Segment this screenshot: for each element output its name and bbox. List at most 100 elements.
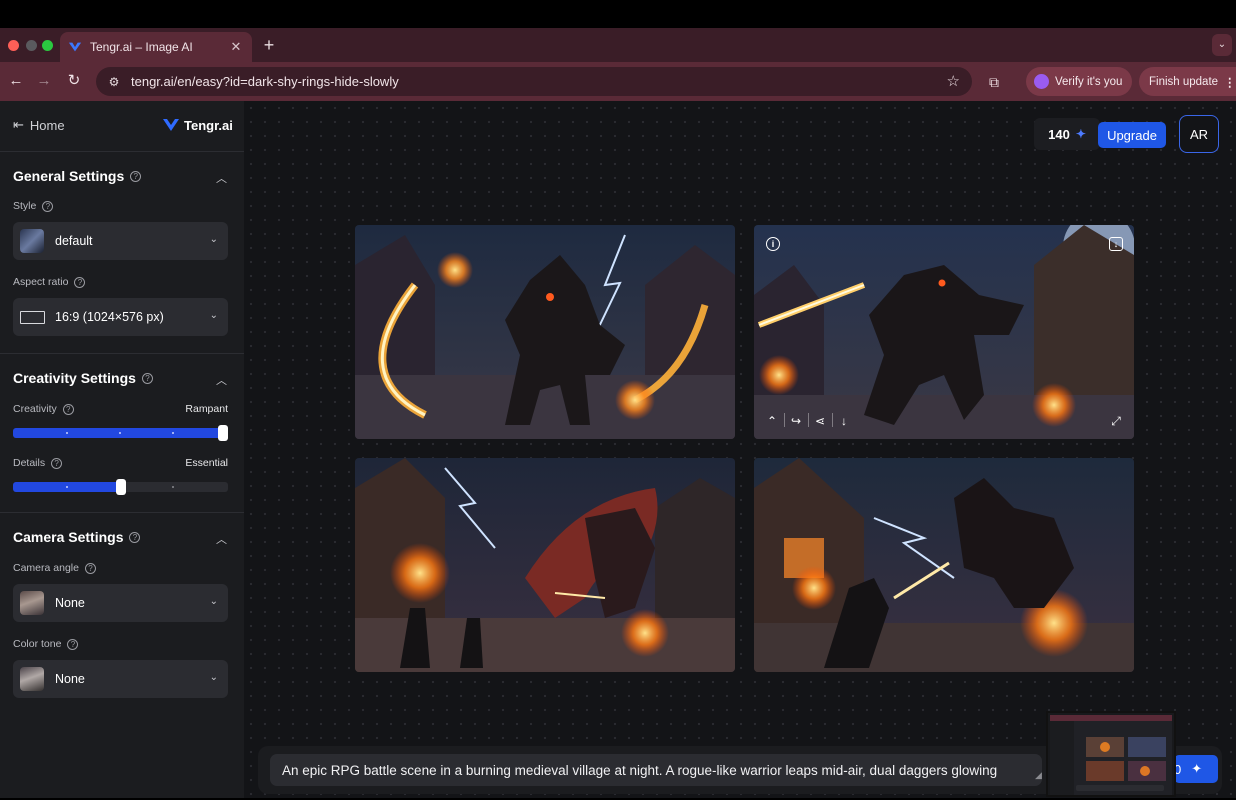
generated-image-1[interactable] bbox=[355, 225, 735, 439]
minimize-window-button[interactable] bbox=[26, 40, 37, 51]
creativity-settings-title[interactable]: Creativity Settings ? bbox=[13, 370, 153, 386]
generated-image-4[interactable] bbox=[754, 458, 1134, 672]
close-window-button[interactable] bbox=[8, 40, 19, 51]
chevron-down-icon: ⌄ bbox=[209, 596, 218, 607]
sparkle-icon: ✦ bbox=[1075, 127, 1086, 141]
help-icon[interactable]: ? bbox=[141, 372, 153, 384]
help-icon[interactable]: ? bbox=[129, 531, 141, 543]
logo-text: Tengr.ai bbox=[184, 117, 233, 133]
collapse-chevron-icon[interactable]: ︿ bbox=[216, 170, 227, 186]
browser-tab-strip: Tengr.ai – Image AI ✕ + ⌄ bbox=[0, 28, 1236, 62]
preview-graphic bbox=[1050, 715, 1172, 795]
upgrade-button[interactable]: Upgrade bbox=[1098, 122, 1166, 148]
download-icon[interactable]: ↓ bbox=[1109, 237, 1123, 251]
details-slider[interactable] bbox=[13, 479, 228, 495]
style-thumbnail bbox=[20, 229, 44, 253]
close-tab-icon[interactable]: ✕ bbox=[228, 39, 244, 55]
download-arrow-icon[interactable]: ↓ bbox=[836, 413, 852, 429]
generated-image-3[interactable] bbox=[355, 458, 735, 672]
tengr-logo[interactable]: Tengr.ai bbox=[162, 117, 233, 133]
upscale-icon[interactable]: ⌃ bbox=[764, 413, 780, 429]
divider bbox=[0, 353, 244, 354]
extensions-puzzle-icon[interactable]: ⧉ bbox=[984, 72, 1004, 92]
camera-settings-title[interactable]: Camera Settings ? bbox=[13, 529, 141, 545]
tab-search-chevron-icon[interactable]: ⌄ bbox=[1212, 34, 1232, 56]
kebab-menu-icon[interactable]: ⋮ bbox=[1224, 75, 1236, 89]
generate-button[interactable]: 0 ✦ bbox=[1174, 755, 1218, 783]
home-label: Home bbox=[29, 117, 65, 133]
help-icon[interactable]: ? bbox=[84, 562, 96, 574]
browser-tab[interactable]: Tengr.ai – Image AI ✕ bbox=[60, 32, 252, 62]
slider-tick bbox=[66, 486, 68, 488]
user-avatar[interactable]: AR bbox=[1179, 115, 1219, 153]
sparkle-icon: ✦ bbox=[1191, 761, 1203, 776]
divider bbox=[0, 512, 244, 513]
prompt-text: An epic RPG battle scene in a burning me… bbox=[282, 762, 998, 778]
collapse-chevron-icon[interactable]: ︿ bbox=[216, 372, 227, 388]
general-settings-label: General Settings bbox=[13, 168, 125, 184]
help-icon[interactable]: ? bbox=[130, 170, 142, 182]
info-icon[interactable]: i bbox=[766, 237, 780, 251]
color-tone-label: Color tone ? bbox=[13, 638, 79, 650]
color-tone-select[interactable]: None ⌄ bbox=[13, 660, 228, 698]
aspect-ratio-icon bbox=[20, 310, 45, 324]
creativity-value: Rampant bbox=[185, 403, 228, 415]
new-tab-icon[interactable]: + bbox=[260, 36, 278, 54]
aspect-ratio-label-text: Aspect ratio bbox=[13, 276, 69, 288]
fullscreen-icon[interactable]: ⤢ bbox=[1108, 413, 1124, 429]
details-slider-handle[interactable] bbox=[116, 479, 126, 495]
verify-label: Verify it's you bbox=[1055, 75, 1123, 88]
browser-toolbar: ← → ↻ ⚙ tengr.ai/en/easy?id=dark-shy-rin… bbox=[0, 62, 1236, 101]
style-label: Style ? bbox=[13, 200, 54, 212]
reload-icon[interactable]: ↻ bbox=[64, 71, 84, 91]
exit-arrow-icon: ⇤ bbox=[13, 117, 24, 132]
style-select[interactable]: default ⌄ bbox=[13, 222, 228, 260]
slider-tick bbox=[172, 432, 174, 434]
separator bbox=[784, 413, 785, 427]
address-bar[interactable]: ⚙ tengr.ai/en/easy?id=dark-shy-rings-hid… bbox=[96, 67, 972, 96]
help-icon[interactable]: ? bbox=[67, 638, 79, 650]
back-arrow-icon[interactable]: ← bbox=[6, 71, 26, 91]
generated-image-2[interactable]: i ↓ ⌃ ↪ ⋖ ↓ ⤢ bbox=[754, 225, 1134, 439]
url-text: tengr.ai/en/easy?id=dark-shy-rings-hide-… bbox=[131, 74, 399, 89]
chevron-down-icon: ⌄ bbox=[209, 310, 218, 321]
details-value: Essential bbox=[185, 457, 228, 469]
creativity-slider-handle[interactable] bbox=[218, 425, 228, 441]
help-icon[interactable]: ? bbox=[42, 200, 54, 212]
aspect-ratio-select[interactable]: 16:9 (1024×576 px) ⌄ bbox=[13, 298, 228, 336]
style-label-text: Style bbox=[13, 200, 37, 212]
tengr-favicon-icon bbox=[68, 42, 82, 52]
upgrade-label: Upgrade bbox=[1107, 127, 1157, 143]
help-icon[interactable]: ? bbox=[51, 457, 63, 469]
profile-avatar-icon bbox=[1034, 74, 1049, 89]
prompt-input[interactable]: An epic RPG battle scene in a burning me… bbox=[270, 754, 1042, 786]
separator bbox=[808, 413, 809, 427]
creativity-settings-label: Creativity Settings bbox=[13, 370, 136, 386]
credits-badge: 140 ✦ bbox=[1034, 118, 1100, 150]
screen-preview-thumbnail[interactable] bbox=[1046, 711, 1176, 797]
verify-profile-button[interactable]: Verify it's you bbox=[1026, 67, 1132, 96]
chevron-down-icon: ⌄ bbox=[209, 672, 218, 683]
creativity-label: Creativity ? bbox=[13, 403, 74, 415]
maximize-window-button[interactable] bbox=[42, 40, 53, 51]
help-icon[interactable]: ? bbox=[74, 276, 86, 288]
aspect-ratio-label: Aspect ratio ? bbox=[13, 276, 86, 288]
bookmark-star-icon[interactable]: ☆ bbox=[947, 72, 960, 90]
tengr-logo-icon bbox=[163, 119, 179, 131]
color-tone-thumbnail bbox=[20, 667, 44, 691]
general-settings-title[interactable]: General Settings ? bbox=[13, 168, 142, 184]
creativity-slider[interactable] bbox=[13, 425, 228, 441]
share-icon[interactable]: ⋖ bbox=[812, 413, 828, 429]
remix-arrow-icon[interactable]: ↪ bbox=[788, 413, 804, 429]
preview-content bbox=[1050, 715, 1172, 795]
site-settings-icon[interactable]: ⚙ bbox=[106, 74, 122, 90]
avatar-initials: AR bbox=[1189, 126, 1209, 142]
camera-angle-select[interactable]: None ⌄ bbox=[13, 584, 228, 622]
finish-update-button[interactable]: Finish update ⋮ bbox=[1139, 67, 1236, 96]
help-icon[interactable]: ? bbox=[62, 403, 74, 415]
resize-handle-icon[interactable]: ◢ bbox=[1035, 770, 1042, 781]
collapse-chevron-icon[interactable]: ︿ bbox=[216, 531, 227, 547]
camera-settings-label: Camera Settings bbox=[13, 529, 124, 545]
home-link[interactable]: ⇤ Home bbox=[13, 117, 65, 133]
forward-arrow-icon[interactable]: → bbox=[34, 71, 54, 91]
